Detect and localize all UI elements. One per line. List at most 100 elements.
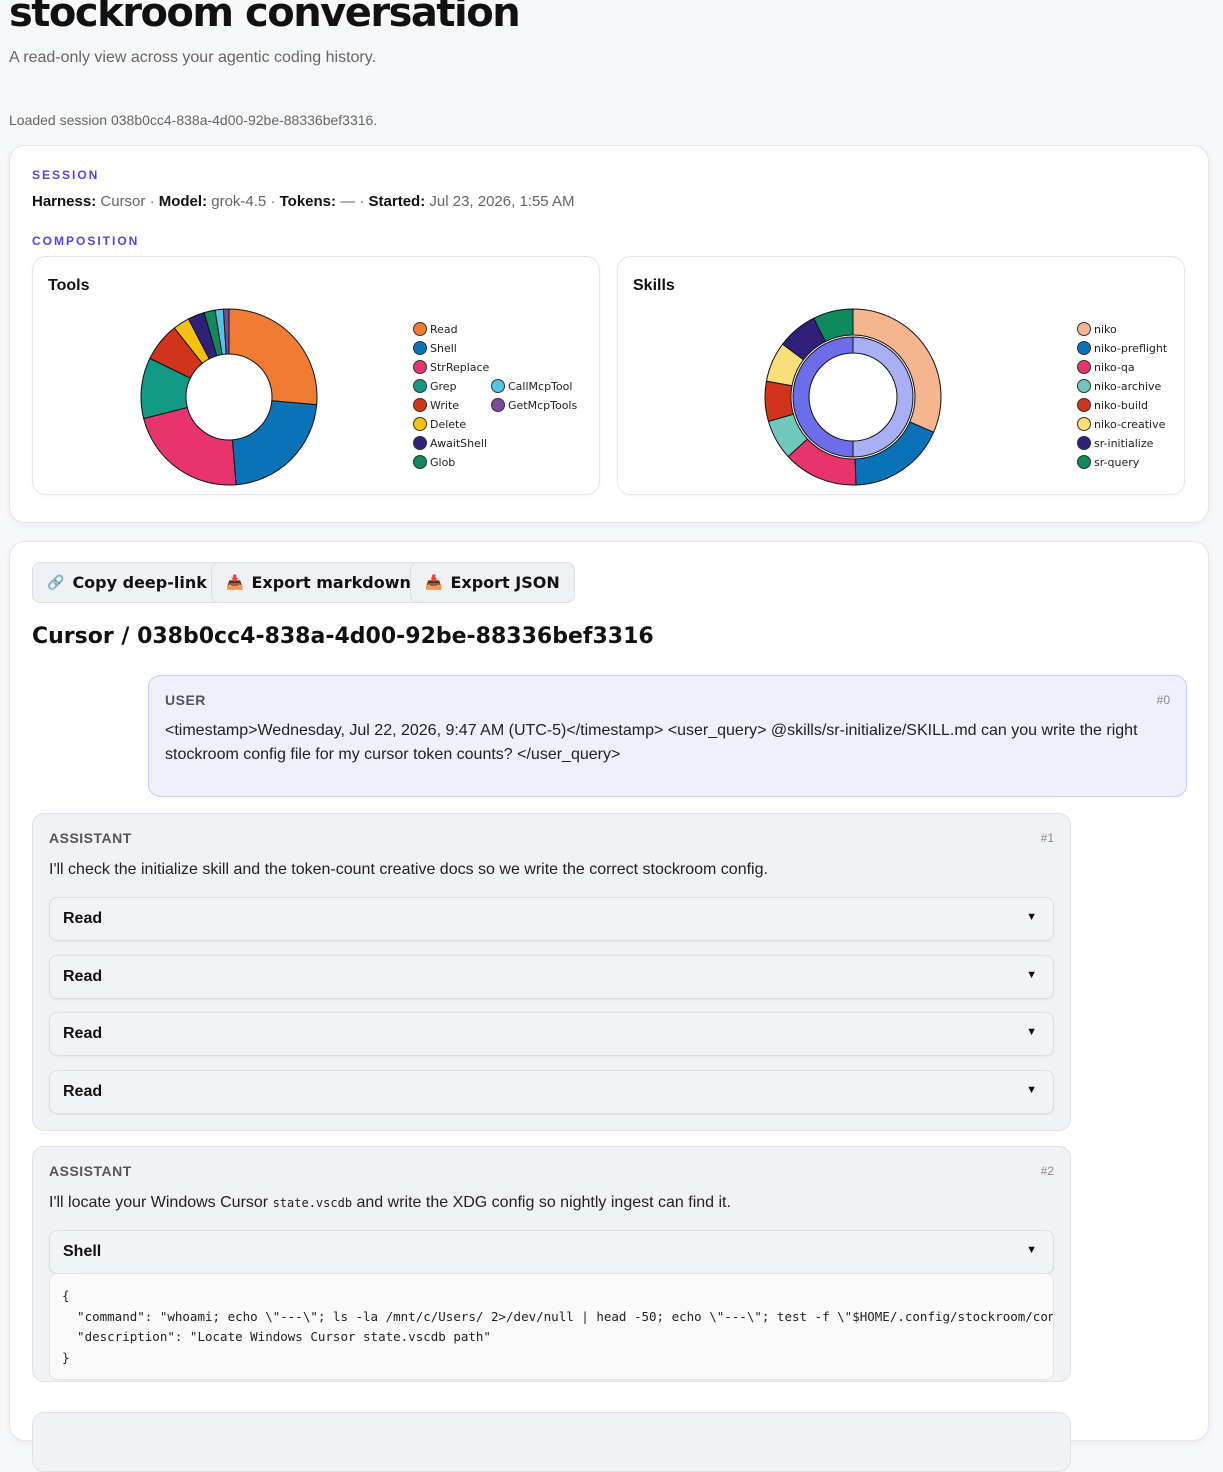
chevron-down-icon: ▼ — [1026, 969, 1037, 981]
session-section-label: SESSION — [32, 168, 100, 182]
legend-label: Shell — [430, 341, 457, 355]
tools-chart-card: Tools Read Shell StrReplace Grep Write Delete… — [32, 256, 600, 495]
chevron-down-icon: ▼ — [1026, 911, 1037, 923]
legend-label: Read — [430, 322, 458, 336]
tool-call-name: Shell — [63, 1243, 102, 1260]
tool-call-arguments: { "command": "whoami; echo \"---\"; ls -… — [49, 1273, 1054, 1380]
tools-legend-item: Shell — [413, 341, 457, 355]
message-text-part: I'll locate your Windows Cursor — [49, 1194, 273, 1211]
legend-label: niko-archive — [1094, 379, 1162, 393]
legend-swatch — [1077, 322, 1091, 336]
tool-call-row[interactable]: Read ▼ — [49, 1012, 1054, 1056]
skills-legend-item: niko-archive — [1077, 379, 1161, 393]
skills-chart-card: Skills niko niko-preflight niko-qa niko-arc… — [617, 256, 1185, 495]
tools-legend-item: Read — [413, 322, 458, 336]
legend-swatch — [413, 417, 427, 431]
tools-legend-item: Delete — [413, 417, 466, 431]
legend-label: CallMcpTool — [508, 379, 573, 393]
model-label: Model: — [158, 193, 208, 210]
legend-label: Write — [430, 398, 460, 412]
message-role: USER — [165, 692, 206, 708]
legend-swatch — [413, 322, 427, 336]
page-title: stockroom conversation — [9, 0, 521, 36]
legend-swatch — [413, 341, 427, 355]
legend-label: sr-initialize — [1094, 436, 1154, 450]
link-icon: 🔗 — [47, 574, 65, 591]
message-index: #1 — [1040, 831, 1054, 845]
legend-label: niko — [1094, 322, 1117, 336]
export-json-button[interactable]: 📥 Export JSON — [410, 562, 575, 603]
separator: · — [270, 193, 276, 210]
tokens-label: Tokens: — [279, 193, 337, 210]
skills-legend-item: niko-build — [1077, 398, 1148, 412]
assistant-message — [32, 1412, 1071, 1472]
inline-code: state.vscdb — [272, 1196, 353, 1210]
tool-call-name: Read — [63, 968, 103, 985]
status-message: Loaded session 038b0cc4-838a-4d00-92be-8… — [9, 112, 378, 128]
tools-donut-chart — [140, 308, 318, 486]
harness-label: Harness: — [32, 193, 97, 210]
skills-legend-item: niko-preflight — [1077, 341, 1167, 355]
legend-label: niko-build — [1094, 398, 1148, 412]
session-card: SESSION Harness: Cursor · Model: grok-4.… — [9, 145, 1209, 523]
legend-swatch — [491, 379, 505, 393]
separator: · — [149, 193, 155, 210]
message-text: <timestamp>Wednesday, Jul 22, 2026, 9:47… — [165, 722, 1138, 763]
message-role: ASSISTANT — [49, 830, 132, 846]
tools-legend-item: GetMcpTools — [491, 398, 577, 412]
page-subtitle: A read-only view across your agentic cod… — [9, 49, 376, 66]
skills-legend-item: sr-initialize — [1077, 436, 1153, 450]
tools-slice-read — [228, 308, 318, 406]
tokens-value: — — [340, 193, 356, 210]
session-meta: Harness: Cursor · Model: grok-4.5 · Toke… — [32, 193, 575, 210]
copy-deep-link-button[interactable]: 🔗 Copy deep-link — [32, 562, 222, 603]
message-text: I'll check the initialize skill and the … — [49, 861, 768, 878]
tool-call-row[interactable]: Read ▼ — [49, 955, 1054, 999]
legend-label: StrReplace — [430, 360, 490, 374]
export-markdown-button[interactable]: 📥 Export markdown — [211, 562, 426, 603]
legend-swatch — [413, 398, 427, 412]
started-value: Jul 23, 2026, 1:55 AM — [429, 193, 575, 210]
chevron-down-icon: ▼ — [1026, 1244, 1037, 1256]
chevron-down-icon: ▼ — [1026, 1084, 1037, 1096]
tools-slice-shell — [231, 400, 318, 486]
tools-legend-item: AwaitShell — [413, 436, 487, 450]
conversation-title: Cursor / 038b0cc4-838a-4d00-92be-88336be… — [32, 624, 654, 649]
harness-value: Cursor — [100, 193, 146, 210]
skills-legend-item: niko-qa — [1077, 360, 1135, 374]
legend-swatch — [413, 360, 427, 374]
message-index: #0 — [1156, 693, 1170, 707]
legend-label: Grep — [430, 379, 457, 393]
legend-swatch — [1077, 398, 1091, 412]
legend-label: Glob — [430, 455, 456, 469]
tool-call-name: Read — [63, 1083, 103, 1100]
legend-swatch — [1077, 360, 1091, 374]
skills-legend-item: niko — [1077, 322, 1117, 336]
legend-swatch — [413, 436, 427, 450]
assistant-message: ASSISTANT #2 I'll locate your Windows Cu… — [32, 1146, 1071, 1382]
skills-legend-item: sr-query — [1077, 455, 1139, 469]
started-label: Started: — [368, 193, 426, 210]
export-json-label: Export JSON — [450, 573, 560, 592]
legend-swatch — [1077, 341, 1091, 355]
tool-call-row[interactable]: Read ▼ — [49, 1070, 1054, 1114]
legend-swatch — [413, 455, 427, 469]
legend-swatch — [1077, 379, 1091, 393]
legend-swatch — [491, 398, 505, 412]
legend-swatch — [1077, 436, 1091, 450]
copy-deep-link-label: Copy deep-link — [72, 573, 207, 592]
tool-call-json: { "command": "whoami; echo \"---\"; ls -… — [62, 1288, 1053, 1365]
message-text-part: and write the XDG config so nightly inge… — [352, 1194, 731, 1211]
download-tray-icon: 📥 — [425, 574, 443, 591]
composition-section-label: COMPOSITION — [32, 234, 140, 248]
tools-legend-item: Glob — [413, 455, 455, 469]
tool-call-row[interactable]: Shell ▼ — [49, 1230, 1054, 1274]
tools-slice-strreplace — [143, 406, 237, 486]
tool-call-row[interactable]: Read ▼ — [49, 897, 1054, 941]
message-index: #2 — [1040, 1164, 1054, 1178]
tools-legend-item: Write — [413, 398, 459, 412]
legend-swatch — [413, 379, 427, 393]
export-markdown-label: Export markdown — [251, 573, 411, 592]
assistant-message: ASSISTANT #1 I'll check the initialize s… — [32, 813, 1071, 1131]
legend-swatch — [1077, 455, 1091, 469]
